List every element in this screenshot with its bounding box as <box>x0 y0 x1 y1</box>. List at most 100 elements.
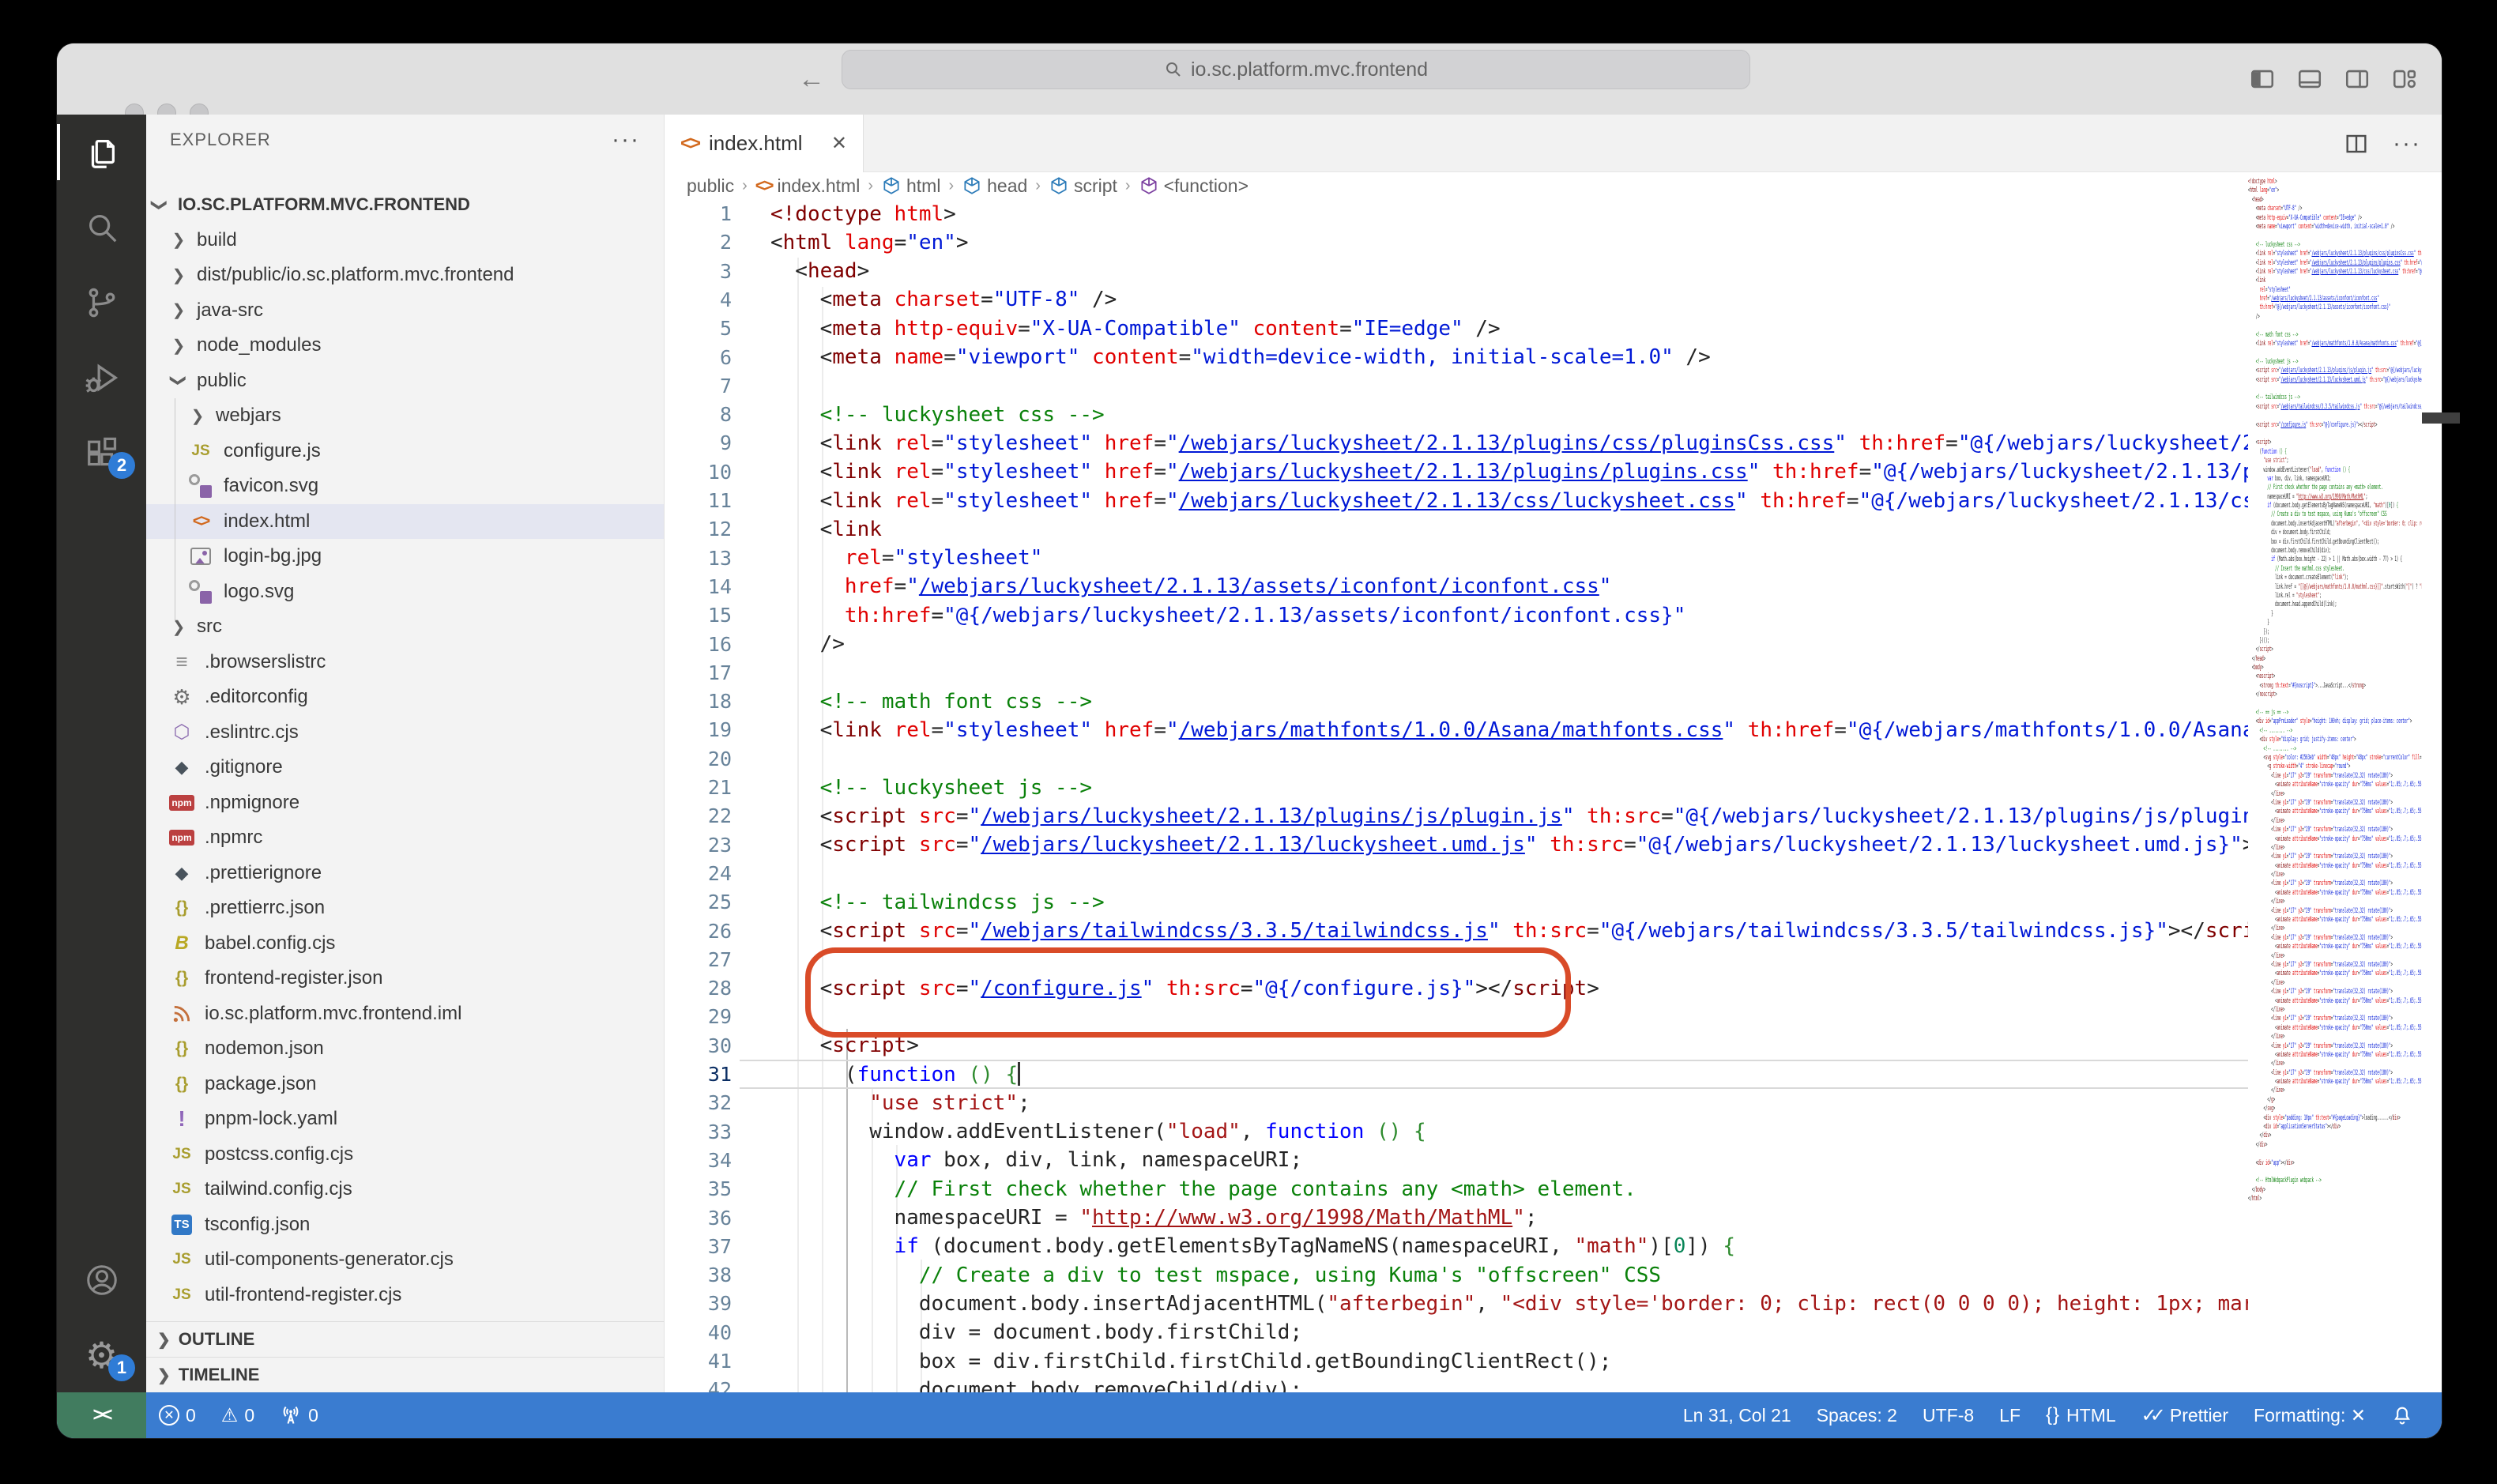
status-0[interactable]: ✕0 <box>146 1392 209 1438</box>
code-line-2[interactable]: 2<html lang="en"> <box>665 228 2248 257</box>
code-line-18[interactable]: 18 <!-- math font css --> <box>665 687 2248 716</box>
editor-more-icon[interactable]: ··· <box>2393 130 2421 157</box>
activity-search[interactable] <box>57 190 146 265</box>
code-line-37[interactable]: 37 if (document.body.getElementsByTagNam… <box>665 1232 2248 1261</box>
tree-item-pnpm-lock.yaml[interactable]: !pnpm-lock.yaml <box>146 1102 664 1136</box>
back-icon[interactable]: ← <box>798 64 825 95</box>
tree-item-frontend-register.json[interactable]: {}frontend-register.json <box>146 961 664 996</box>
breadcrumb-item[interactable]: script <box>1049 175 1117 197</box>
tree-item-.npmignore[interactable]: npm.npmignore <box>146 785 664 820</box>
code-line-40[interactable]: 40 div = document.body.firstChild; <box>665 1318 2248 1347</box>
status-utf-8[interactable]: UTF-8 <box>1910 1392 1987 1438</box>
code-line-42[interactable]: 42 document.body.removeChild(div); <box>665 1375 2248 1392</box>
tree-item-login-bg.jpg[interactable]: login-bg.jpg <box>146 539 664 574</box>
tree-item-build[interactable]: ❯build <box>146 223 664 258</box>
code-line-11[interactable]: 11 <link rel="stylesheet" href="/webjars… <box>665 486 2248 515</box>
tree-item-io.sc.platform.mvc.frontend.iml[interactable]: io.sc.platform.mvc.frontend.iml <box>146 996 664 1031</box>
minimap[interactable]: <!doctype html><html lang="en"> <head> <… <box>2248 178 2422 1392</box>
tree-item-babel.config.cjs[interactable]: Bbabel.config.cjs <box>146 926 664 961</box>
tree-item-.eslintrc.cjs[interactable]: ⬡.eslintrc.cjs <box>146 715 664 750</box>
breadcrumb-item[interactable]: <function> <box>1139 175 1248 197</box>
code-line-38[interactable]: 38 // Create a div to test mspace, using… <box>665 1260 2248 1290</box>
code-line-39[interactable]: 39 document.body.insertAdjacentHTML("aft… <box>665 1289 2248 1318</box>
command-center[interactable]: io.sc.platform.mvc.frontend <box>842 50 1750 89</box>
status-ln-31-col-21[interactable]: Ln 31, Col 21 <box>1670 1392 1804 1438</box>
activity-settings[interactable]: ⚙ 1 <box>57 1317 146 1392</box>
tree-item-index.html[interactable]: <>index.html <box>146 504 664 539</box>
split-editor-icon[interactable] <box>2344 131 2369 156</box>
code-line-14[interactable]: 14 href="/webjars/luckysheet/2.1.13/asse… <box>665 572 2248 601</box>
code-line-6[interactable]: 6 <meta name="viewport" content="width=d… <box>665 343 2248 372</box>
tree-item-util-frontend-register.cjs[interactable]: JSutil-frontend-register.cjs <box>146 1278 664 1313</box>
tree-item-java-src[interactable]: ❯java-src <box>146 293 664 328</box>
code-line-41[interactable]: 41 box = div.firstChild.firstChild.getBo… <box>665 1347 2248 1376</box>
code-line-7[interactable]: 7 <box>665 371 2248 401</box>
code-line-3[interactable]: 3 <head> <box>665 257 2248 286</box>
activity-explorer[interactable] <box>57 115 146 190</box>
code-line-32[interactable]: 32 "use strict"; <box>665 1088 2248 1117</box>
status-lf[interactable]: LF <box>1987 1392 2033 1438</box>
code-line-17[interactable]: 17 <box>665 658 2248 687</box>
code-line-13[interactable]: 13 rel="stylesheet" <box>665 544 2248 573</box>
status-html[interactable]: {}HTML <box>2033 1392 2129 1438</box>
toggle-secondary-sidebar-icon[interactable] <box>2344 66 2371 92</box>
close-tab-icon[interactable]: ✕ <box>831 132 847 155</box>
tree-item-dist-public-io.sc.platform.mvc.frontend[interactable]: ❯dist/public/io.sc.platform.mvc.frontend <box>146 258 664 292</box>
code-line-34[interactable]: 34 var box, div, link, namespaceURI; <box>665 1146 2248 1175</box>
code-line-24[interactable]: 24 <box>665 859 2248 888</box>
status-0[interactable]: 0 <box>267 1392 331 1438</box>
status-spaces-2[interactable]: Spaces: 2 <box>1804 1392 1910 1438</box>
tree-item-.prettierrc.json[interactable]: {}.prettierrc.json <box>146 891 664 925</box>
code-line-23[interactable]: 23 <script src="/webjars/luckysheet/2.1.… <box>665 831 2248 860</box>
activity-extensions[interactable]: 2 <box>57 415 146 490</box>
code-line-19[interactable]: 19 <link rel="stylesheet" href="/webjars… <box>665 715 2248 744</box>
status-prettier[interactable]: ✓✓Prettier <box>2129 1392 2241 1438</box>
code-line-1[interactable]: 1<!doctype html> <box>665 199 2248 228</box>
tree-item-node-modules[interactable]: ❯node_modules <box>146 328 664 363</box>
tab-index-html[interactable]: <> index.html ✕ <box>665 115 864 172</box>
tree-item-.prettierignore[interactable]: ◆.prettierignore <box>146 856 664 891</box>
toggle-sidebar-icon[interactable] <box>2249 66 2276 92</box>
activity-source-control[interactable] <box>57 265 146 340</box>
breadcrumb-item[interactable]: public <box>687 175 734 197</box>
explorer-more-icon[interactable]: ··· <box>612 126 640 153</box>
tree-item-tsconfig.json[interactable]: TStsconfig.json <box>146 1207 664 1242</box>
toggle-panel-icon[interactable] <box>2296 66 2323 92</box>
breadcrumb-item[interactable]: html <box>881 175 940 197</box>
code-line-4[interactable]: 4 <meta charset="UTF-8" /> <box>665 285 2248 315</box>
code-editor[interactable]: 1<!doctype html>2<html lang="en">3 <head… <box>665 199 2248 1392</box>
code-line-12[interactable]: 12 <link <box>665 514 2248 544</box>
tree-item-io.sc.platform.mvc.frontend[interactable]: ❯IO.SC.PLATFORM.MVC.FRONTEND <box>146 187 664 222</box>
tree-item-webpack.config.common.cjs[interactable]: JSwebpack.config.common.cjs <box>146 1313 664 1321</box>
code-line-16[interactable]: 16 /> <box>665 630 2248 659</box>
code-line-22[interactable]: 22 <script src="/webjars/luckysheet/2.1.… <box>665 801 2248 831</box>
tree-item-package.json[interactable]: {}package.json <box>146 1067 664 1102</box>
code-line-35[interactable]: 35 // First check whether the page conta… <box>665 1174 2248 1203</box>
breadcrumb-item[interactable]: head <box>962 175 1027 197</box>
status-0[interactable]: ⚠0 <box>209 1392 267 1438</box>
status-formatting-[interactable]: Formatting: ✕ <box>2241 1392 2378 1438</box>
breadcrumb-item[interactable]: <>index.html <box>755 175 861 197</box>
tree-item-postcss.config.cjs[interactable]: JSpostcss.config.cjs <box>146 1137 664 1172</box>
tree-item-.editorconfig[interactable]: ⚙.editorconfig <box>146 680 664 714</box>
tree-item-.browserslistrc[interactable]: ≡.browserslistrc <box>146 645 664 680</box>
tree-item-nodemon.json[interactable]: {}nodemon.json <box>146 1031 664 1066</box>
code-line-21[interactable]: 21 <!-- luckysheet js --> <box>665 773 2248 802</box>
tree-item-util-components-generator.cjs[interactable]: JSutil-components-generator.cjs <box>146 1242 664 1277</box>
tree-item-.gitignore[interactable]: ◆.gitignore <box>146 750 664 785</box>
tree-item-.npmrc[interactable]: npm.npmrc <box>146 820 664 855</box>
status-bell[interactable] <box>2378 1392 2426 1438</box>
code-line-10[interactable]: 10 <link rel="stylesheet" href="/webjars… <box>665 458 2248 487</box>
tree-item-logo.svg[interactable]: logo.svg <box>146 574 664 609</box>
timeline-section[interactable]: ❯ TIMELINE <box>146 1357 664 1392</box>
remote-indicator[interactable]: >< <box>57 1392 146 1438</box>
code-line-36[interactable]: 36 namespaceURI = "http://www.w3.org/199… <box>665 1203 2248 1233</box>
tree-item-webjars[interactable]: ❯webjars <box>146 398 664 433</box>
code-line-9[interactable]: 9 <link rel="stylesheet" href="/webjars/… <box>665 428 2248 458</box>
code-line-8[interactable]: 8 <!-- luckysheet css --> <box>665 400 2248 429</box>
code-line-5[interactable]: 5 <meta http-equiv="X-UA-Compatible" con… <box>665 314 2248 343</box>
code-line-25[interactable]: 25 <!-- tailwindcss js --> <box>665 887 2248 917</box>
customize-layout-icon[interactable] <box>2391 66 2418 92</box>
tree-item-src[interactable]: ❯src <box>146 609 664 644</box>
tree-item-tailwind.config.cjs[interactable]: JStailwind.config.cjs <box>146 1172 664 1207</box>
